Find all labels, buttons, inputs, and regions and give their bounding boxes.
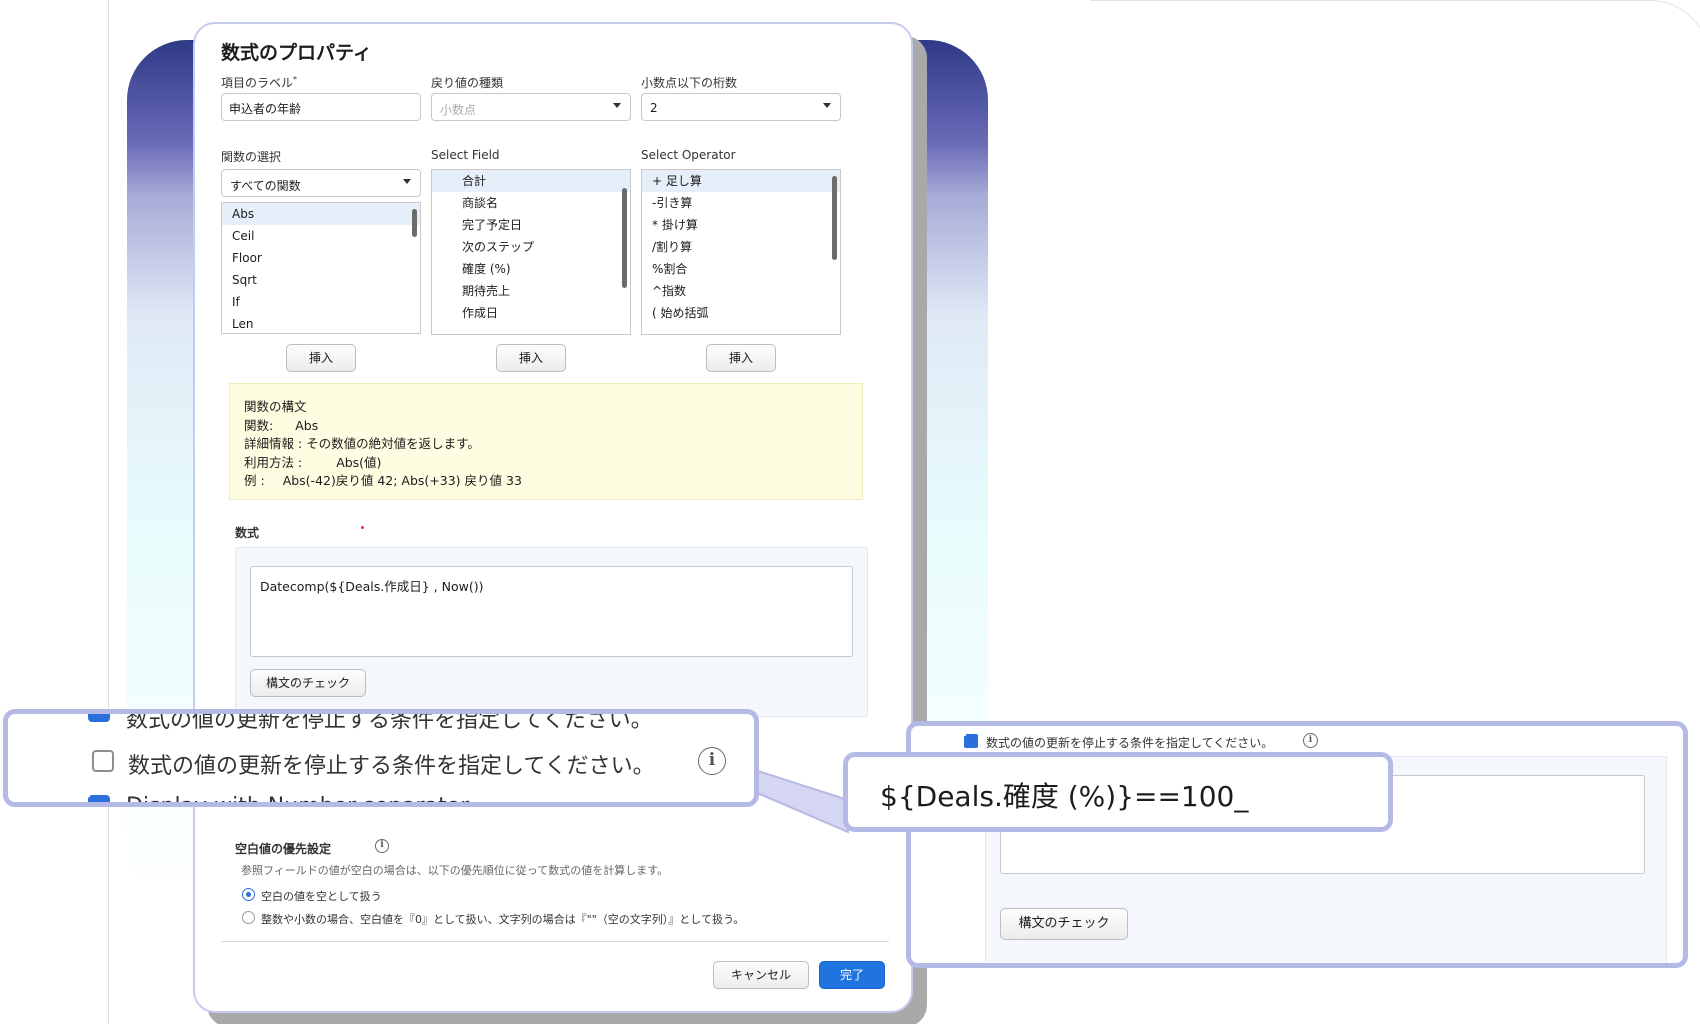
function-syntax-panel: 関数の構文 関数: Abs 詳細情報 : その数値の絶対値を返します。 利用方法 … [229,383,863,500]
blank-as-zero-radio[interactable] [242,911,255,924]
zoom-partial-bottom-label: Display with Number separator [126,794,470,807]
list-item[interactable]: 期待売上 [432,280,630,302]
info-icon[interactable]: i [375,839,389,853]
dialog-title: 数式のプロパティ [221,42,372,64]
cancel-button[interactable]: キャンセル [713,961,809,989]
list-item[interactable]: If [222,291,420,313]
blank-preference-description: 参照フィールドの値が空白の場合は、以下の優先順位に従って数式の値を計算します。 [241,864,669,877]
field-list[interactable]: 合計 商談名 完了予定日 次のステップ 確度 (%) 期待売上 作成日 [431,169,631,335]
operator-list-scrollbar[interactable] [832,176,837,260]
list-item[interactable]: 完了予定日 [432,214,630,236]
stop-update-checkbox[interactable] [92,750,114,772]
checkbox-checked[interactable] [88,714,110,722]
function-category-value: すべての関数 [230,179,301,193]
list-item[interactable]: Ceil [222,225,420,247]
zoom-partial-top-label: 数式の値の更新を停止する条件を指定してください。 [126,709,653,733]
formula-label: 数式 [235,526,260,540]
blank-preference-label: 空白値の優先設定 [235,842,332,856]
field-select-label: Select Field [431,148,500,162]
stop-update-checkbox-checked[interactable] [964,734,978,748]
function-list[interactable]: Abs Ceil Floor Sqrt If Len [221,202,421,334]
list-item[interactable]: ^指数 [642,280,840,302]
background-divider [108,0,109,1024]
decimal-places-value: 2 [650,101,658,115]
list-item[interactable]: Floor [222,247,420,269]
chevron-down-icon [613,103,621,108]
syntax-usage-line: 利用方法 : Abs(値) [244,454,382,470]
done-button[interactable]: 完了 [819,961,885,989]
function-select-label: 関数の選択 [221,150,282,164]
return-type-placeholder: 小数点 [440,103,477,117]
list-item[interactable]: Len [222,313,420,333]
check-syntax-button[interactable]: 構文のチェック [1000,908,1128,940]
list-item[interactable]: Sqrt [222,269,420,291]
list-item[interactable]: + 足し算 [642,170,840,192]
info-icon[interactable]: i [1303,733,1318,748]
screenshot-stage: 数式のプロパティ 項目のラベル* 申込者の年齢 戻り値の種類 小数点 小数点以下… [0,0,1700,1024]
decimal-places-select[interactable]: 2 [641,93,841,121]
syntax-detail-line: 詳細情報 : その数値の絶対値を返します。 [244,436,480,451]
list-item[interactable]: 合計 [432,170,630,192]
syntax-heading: 関数の構文 [244,399,307,414]
list-item[interactable]: Abs [222,203,420,225]
insert-field-button[interactable]: 挿入 [496,344,566,372]
zoom-callout-left: 数式の値の更新を停止する条件を指定してください。 数式の値の更新を停止する条件を… [3,709,759,807]
stop-update-label: 数式の値の更新を停止する条件を指定してください。 [128,754,655,779]
chevron-down-icon [823,103,831,108]
check-syntax-button[interactable]: 構文のチェック [250,669,366,697]
list-item[interactable]: * 掛け算 [642,214,840,236]
stop-update-label: 数式の値の更新を停止する条件を指定してください。 [986,736,1274,750]
checkbox-checked[interactable] [88,795,110,802]
operator-select-label: Select Operator [641,148,736,162]
function-list-scrollbar[interactable] [412,209,417,237]
function-category-select[interactable]: すべての関数 [221,169,421,197]
required-dot [361,526,364,529]
list-item[interactable]: 次のステップ [432,236,630,258]
field-label-input[interactable]: 申込者の年齢 [221,93,421,121]
list-item[interactable]: 商談名 [432,192,630,214]
list-item[interactable]: %割合 [642,258,840,280]
formula-section: Datecomp(${Deals.作成日} , Now()) 構文のチェック [235,547,868,717]
list-item[interactable]: ( 始め括弧 [642,302,840,324]
return-type-select[interactable]: 小数点 [431,93,631,121]
chevron-down-icon [403,179,411,184]
blank-as-empty-radio[interactable] [242,888,255,901]
list-item[interactable]: /割り算 [642,236,840,258]
blank-as-empty-label: 空白の値を空として扱う [261,890,382,903]
syntax-function-line: 関数: Abs [244,417,319,433]
formula-properties-dialog: 数式のプロパティ 項目のラベル* 申込者の年齢 戻り値の種類 小数点 小数点以下… [193,22,913,1013]
footer-divider [221,941,889,942]
decimal-places-label: 小数点以下の桁数 [641,76,738,90]
list-item[interactable]: -引き算 [642,192,840,214]
insert-function-button[interactable]: 挿入 [286,344,356,372]
info-icon[interactable]: i [698,747,726,775]
list-item[interactable]: 作成日 [432,302,630,324]
formula-textarea[interactable]: Datecomp(${Deals.作成日} , Now()) [250,566,853,657]
return-type-label: 戻り値の種類 [431,76,504,90]
condition-expression-callout: ${Deals.確度 (%)}==100_ [843,752,1393,832]
list-item[interactable]: 確度 (%) [432,258,630,280]
blank-as-zero-label: 整数や小数の場合、空白値を『0』として扱い、文字列の場合は『""（空の文字列）』… [261,913,745,926]
operator-list[interactable]: + 足し算 -引き算 * 掛け算 /割り算 %割合 ^指数 ( 始め括弧 [641,169,841,335]
insert-operator-button[interactable]: 挿入 [706,344,776,372]
syntax-example-line: 例 : Abs(-42)戻り値 42; Abs(+33) 戻り値 33 [244,473,522,488]
field-label-caption: 項目のラベル* [221,75,298,90]
field-list-scrollbar[interactable] [622,188,627,288]
